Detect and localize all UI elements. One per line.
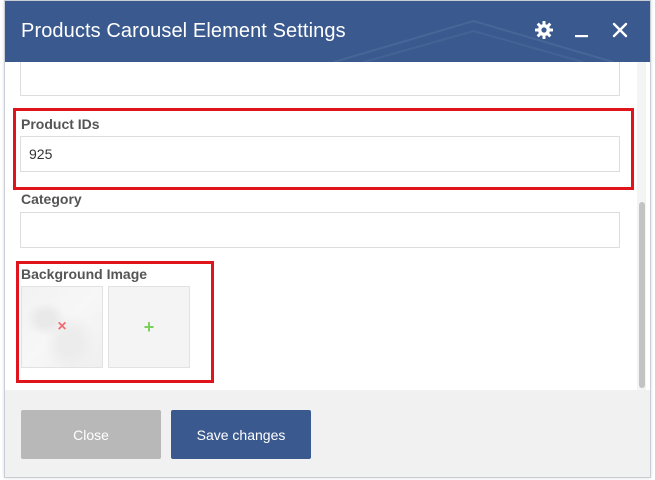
previous-field-input[interactable] [20,62,620,96]
add-icon: + [143,316,155,337]
background-image-label: Background Image [21,266,148,282]
product-ids-label: Product IDs [21,116,100,132]
category-input[interactable] [20,212,620,248]
add-image-button[interactable]: + [108,286,190,368]
product-ids-input[interactable] [20,136,620,172]
scrollbar[interactable] [637,62,646,390]
remove-image-icon[interactable]: × [57,318,66,336]
save-changes-button[interactable]: Save changes [171,410,311,459]
dialog-title: Products Carousel Element Settings [21,20,346,42]
background-image-thumbnail[interactable]: × [21,286,103,368]
titlebar-controls [534,20,630,40]
dialog-body: Product IDs Category Background Image × … [5,62,650,390]
settings-dialog: Products Carousel Element Settings Produ… [4,0,651,478]
close-button[interactable]: Close [21,410,161,459]
close-icon[interactable] [610,20,630,40]
minimize-icon[interactable] [572,20,592,40]
gear-icon[interactable] [534,20,554,40]
dialog-titlebar[interactable]: Products Carousel Element Settings [5,1,650,62]
scrollbar-thumb[interactable] [639,202,645,388]
dialog-footer: Close Save changes [5,390,650,477]
category-label: Category [21,191,82,207]
